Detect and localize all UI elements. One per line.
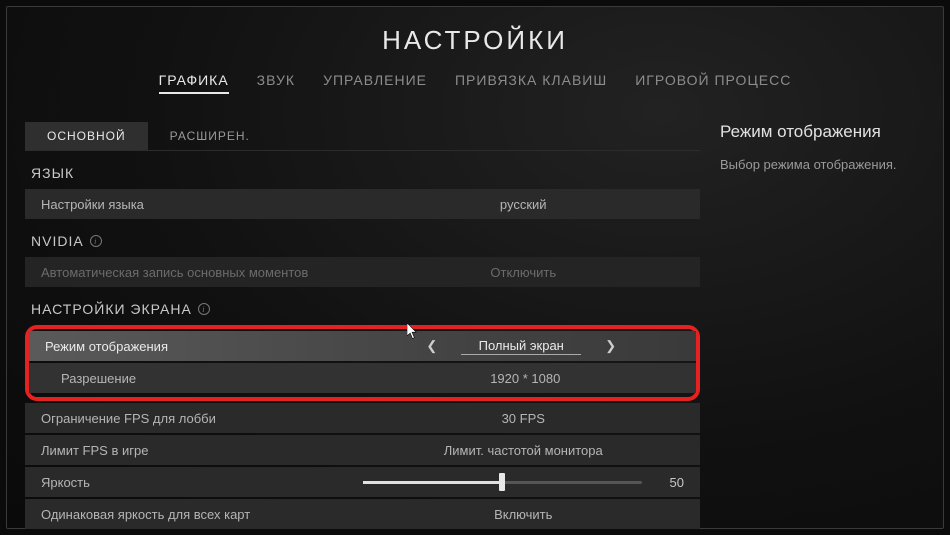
subtab-advanced[interactable]: РАСШИРЕН. <box>148 122 272 150</box>
row-same-brightness-label: Одинаковая яркость для всех карт <box>41 507 363 522</box>
row-display-mode[interactable]: Режим отображения ❮ Полный экран ❯ <box>29 331 696 361</box>
section-nvidia-label: NVIDIA <box>31 233 84 249</box>
row-same-brightness-value: Включить <box>463 507 583 522</box>
row-resolution[interactable]: Разрешение 1920 * 1080 <box>29 363 696 393</box>
section-language-label: ЯЗЫК <box>31 165 74 181</box>
description-panel: Режим отображения Выбор режима отображен… <box>700 122 925 531</box>
tab-sound[interactable]: ЗВУК <box>257 72 295 94</box>
row-lobby-fps-label: Ограничение FPS для лобби <box>41 411 363 426</box>
row-nvidia-highlights[interactable]: Автоматическая запись основных моментов … <box>25 257 700 287</box>
row-language[interactable]: Настройки языка русский <box>25 189 700 219</box>
sub-tabs: ОСНОВНОЙ РАСШИРЕН. <box>25 122 700 151</box>
tab-gameplay[interactable]: ИГРОВОЙ ПРОЦЕСС <box>635 72 791 94</box>
chevron-right-icon[interactable]: ❯ <box>605 338 616 354</box>
row-lobby-fps[interactable]: Ограничение FPS для лобби 30 FPS <box>25 403 700 433</box>
section-language: ЯЗЫК <box>31 165 700 181</box>
row-ingame-fps-label: Лимит FPS в игре <box>41 443 363 458</box>
row-nvidia-value: Отключить <box>463 265 583 280</box>
row-resolution-label: Разрешение <box>61 371 371 386</box>
row-display-mode-label: Режим отображения <box>45 339 363 354</box>
tab-controls[interactable]: УПРАВЛЕНИЕ <box>323 72 427 94</box>
page-title: НАСТРОЙКИ <box>7 25 943 56</box>
row-same-brightness[interactable]: Одинаковая яркость для всех карт Включит… <box>25 499 700 529</box>
slider-thumb[interactable] <box>499 473 505 491</box>
row-brightness-label: Яркость <box>41 475 363 490</box>
settings-window: НАСТРОЙКИ ГРАФИКА ЗВУК УПРАВЛЕНИЕ ПРИВЯЗ… <box>6 6 944 529</box>
brightness-slider[interactable]: 50 <box>363 475 685 490</box>
description-text: Выбор режима отображения. <box>720 156 925 174</box>
section-display: НАСТРОЙКИ ЭКРАНА i <box>31 301 700 317</box>
section-display-label: НАСТРОЙКИ ЭКРАНА <box>31 301 192 317</box>
row-display-mode-value: Полный экран <box>461 338 581 355</box>
description-title: Режим отображения <box>720 122 925 142</box>
row-brightness[interactable]: Яркость 50 <box>25 467 700 497</box>
row-brightness-value: 50 <box>654 475 684 490</box>
subtab-basic[interactable]: ОСНОВНОЙ <box>25 122 148 150</box>
info-icon[interactable]: i <box>198 303 210 315</box>
settings-panel: ОСНОВНОЙ РАСШИРЕН. ЯЗЫК Настройки языка … <box>25 122 700 531</box>
section-nvidia: NVIDIA i <box>31 233 700 249</box>
row-resolution-value: 1920 * 1080 <box>465 371 585 386</box>
content-area: ОСНОВНОЙ РАСШИРЕН. ЯЗЫК Настройки языка … <box>7 122 943 531</box>
row-ingame-fps-value: Лимит. частотой монитора <box>444 443 603 458</box>
row-language-value: русский <box>463 197 583 212</box>
row-language-label: Настройки языка <box>41 197 363 212</box>
row-nvidia-label: Автоматическая запись основных моментов <box>41 265 363 280</box>
row-ingame-fps[interactable]: Лимит FPS в игре Лимит. частотой монитор… <box>25 435 700 465</box>
chevron-left-icon[interactable]: ❮ <box>426 338 437 354</box>
tab-keybinds[interactable]: ПРИВЯЗКА КЛАВИШ <box>455 72 607 94</box>
main-tabs: ГРАФИКА ЗВУК УПРАВЛЕНИЕ ПРИВЯЗКА КЛАВИШ … <box>7 72 943 94</box>
annotation-highlight: Режим отображения ❮ Полный экран ❯ Разре… <box>25 325 700 401</box>
row-lobby-fps-value: 30 FPS <box>463 411 583 426</box>
tab-graphics[interactable]: ГРАФИКА <box>159 72 229 94</box>
info-icon[interactable]: i <box>90 235 102 247</box>
